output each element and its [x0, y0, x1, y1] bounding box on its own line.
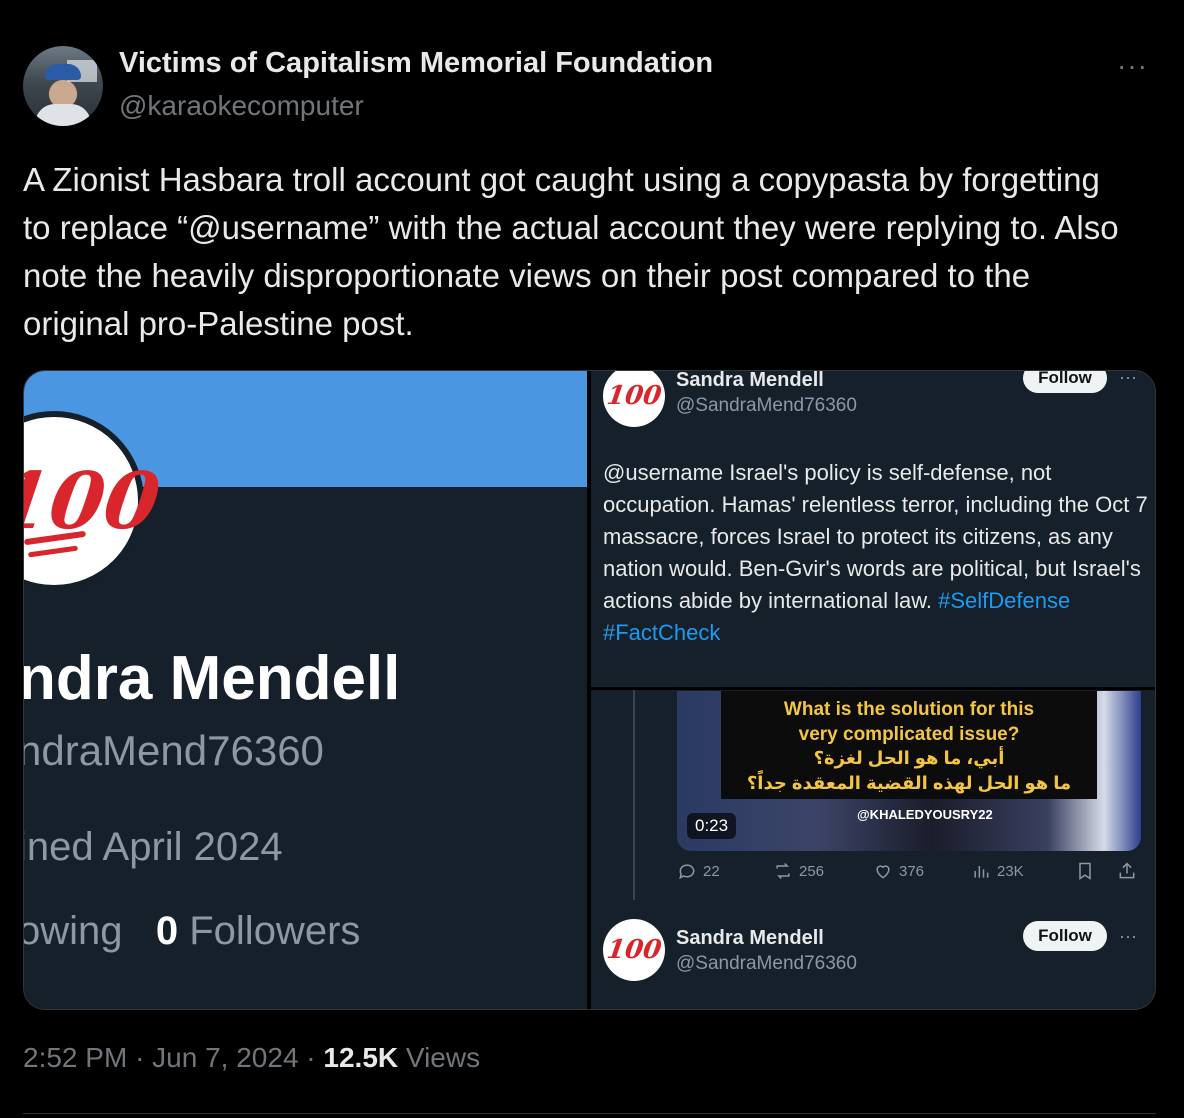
author-handle[interactable]: @karaokecomputer: [119, 90, 364, 122]
meta-separator: ·: [306, 1042, 316, 1073]
post-meta: 2:52 PM · Jun 7, 2024 · 12.5K Views: [23, 1042, 480, 1074]
like-count: 376: [873, 861, 924, 881]
analytics-icon: [974, 866, 989, 878]
views-value: 23K: [997, 862, 1024, 880]
bottom-divider: [23, 1113, 1156, 1114]
share-icon: [1119, 862, 1135, 879]
repost-count: 256: [773, 861, 824, 881]
post-text: A Zionist Hasbara troll account got caug…: [23, 161, 1119, 342]
emoji-underline-2: [27, 545, 79, 558]
likes-value: 376: [899, 862, 925, 880]
followers-count: 0: [155, 909, 179, 953]
heart-icon: [876, 865, 890, 879]
post-time[interactable]: 2:52 PM: [23, 1042, 127, 1073]
hundred-emoji-icon: 100: [24, 455, 165, 547]
reply-author-handle: @SandraMend76360: [676, 395, 857, 416]
reply-icon: [679, 864, 695, 880]
hundred-emoji-icon: 100: [604, 381, 664, 411]
more-options-icon: ···: [1119, 926, 1137, 946]
caption-en-line-2: very complicated issue?: [798, 724, 1020, 745]
reply-avatar: 100: [603, 371, 665, 427]
avatar-cap: [45, 64, 81, 80]
profile-name: ndra Mendell: [24, 644, 401, 713]
more-options-icon: ···: [1119, 371, 1137, 387]
caption-en-line-1: What is the solution for this: [783, 699, 1035, 720]
views-label: Views: [405, 1042, 481, 1073]
repost-icon: [776, 862, 790, 880]
caption-ar-line-1: أبي، ما هو الحل لغزة؟: [813, 748, 1005, 768]
views-count: 12.5K: [323, 1042, 399, 1073]
post-date[interactable]: Jun 7, 2024: [152, 1042, 298, 1073]
replies-value: 22: [703, 862, 720, 880]
reply-text: @username Israel's policy is self-defens…: [603, 457, 1148, 649]
caption-ar-line-2: ما هو الحل لهذه القضية المعقدة جداً؟: [746, 773, 1072, 793]
share-action: [1117, 861, 1137, 881]
more-options-icon[interactable]: ···: [1117, 50, 1148, 82]
avatar-shirt: [35, 104, 91, 126]
view-count: 23K: [971, 861, 1024, 881]
reply2-author-handle: @SandraMend76360: [676, 953, 857, 974]
profile-handle: ndraMend76360: [24, 727, 324, 774]
video-watermark: @KHALEDYOUSRY22: [857, 807, 993, 822]
meta-separator: ·: [135, 1042, 145, 1073]
post-media[interactable]: 100 ndra Mendell ndraMend76360 ined Apri…: [23, 370, 1156, 1010]
bookmark-icon: [1079, 862, 1091, 880]
followers-label: Followers: [189, 909, 361, 953]
follow-button: Follow: [1023, 921, 1107, 951]
reply2-author-name: Sandra Mendell: [676, 927, 824, 949]
reply-author-name: Sandra Mendell: [676, 371, 824, 391]
reposts-value: 256: [799, 862, 825, 880]
reply-action-bar: 22 256 376 23K: [677, 861, 1141, 891]
bookmark-action: [1075, 861, 1095, 881]
caption-box: What is the solution for this very compl…: [721, 691, 1097, 799]
reply2-avatar: 100: [603, 919, 665, 981]
profile-joined: ined April 2024: [24, 825, 283, 869]
video-thumbnail: What is the solution for this very compl…: [677, 691, 1141, 851]
video-duration: 0:23: [687, 813, 737, 839]
follow-button: Follow: [1023, 371, 1107, 393]
reply-count: 22: [677, 861, 720, 881]
profile-follow-stats: owing 0 Followers: [24, 909, 360, 954]
screenshot-reply: 100 Sandra Mendell @SandraMend76360 Foll…: [591, 371, 1155, 1009]
thread-line: [633, 690, 635, 900]
reply-divider: [591, 687, 1155, 690]
screenshot-profile: 100 ndra Mendell ndraMend76360 ined Apri…: [24, 371, 587, 1009]
following-label: owing: [24, 909, 123, 953]
hundred-emoji-icon: 100: [604, 935, 664, 965]
author-avatar[interactable]: [23, 46, 103, 126]
author-display-name[interactable]: Victims of Capitalism Memorial Foundatio…: [119, 47, 713, 80]
